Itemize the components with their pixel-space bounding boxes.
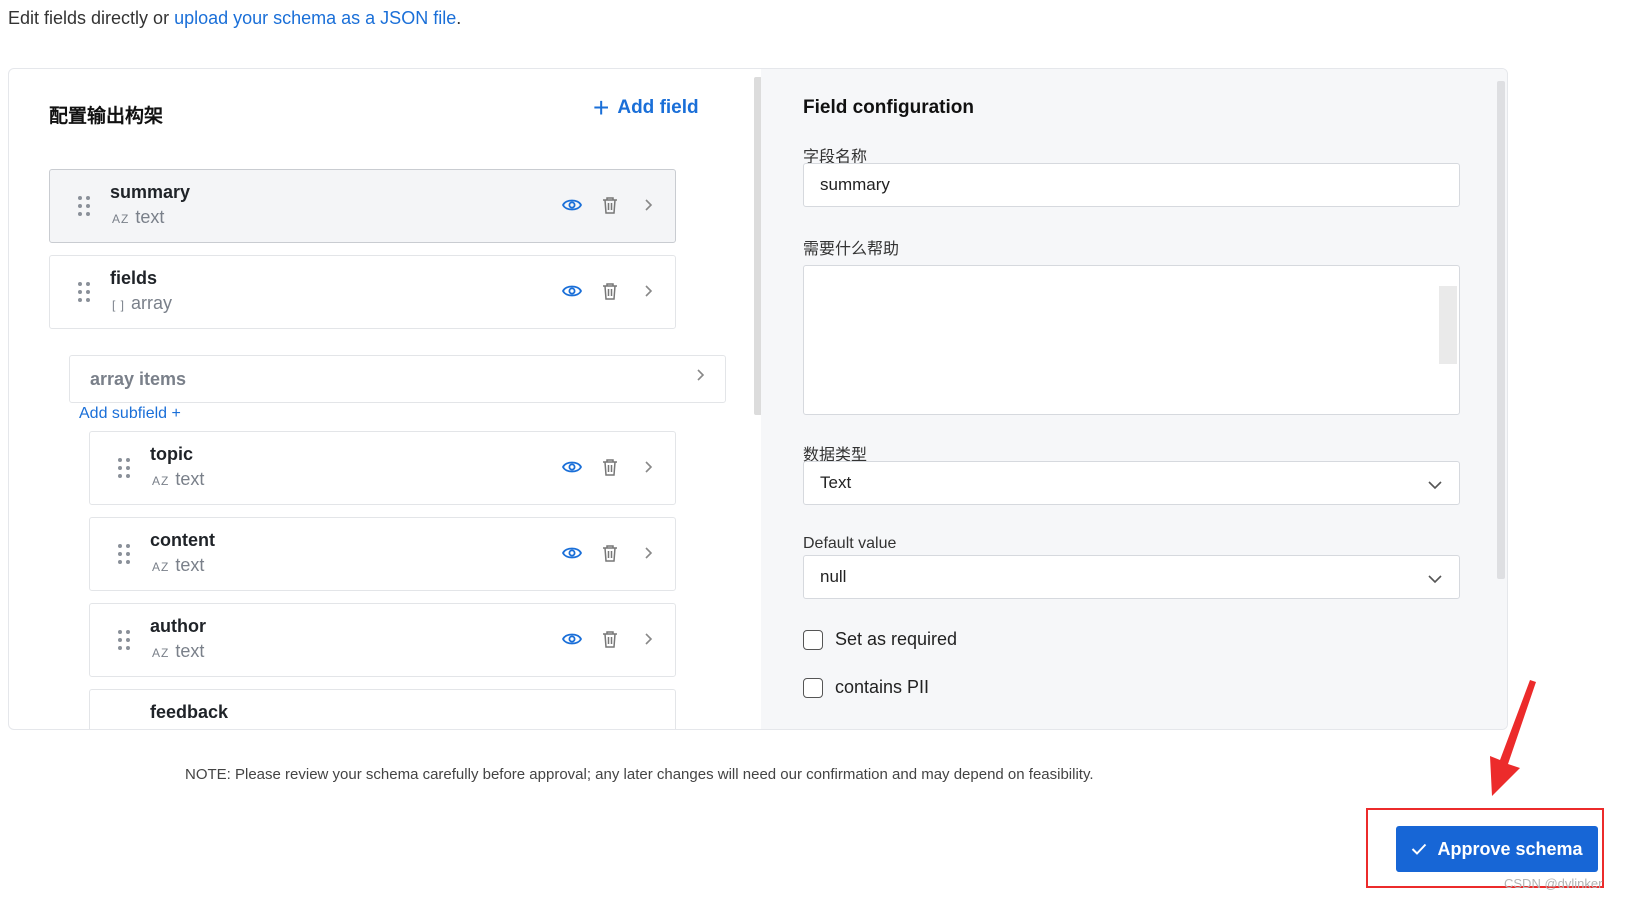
data-type-value: Text bbox=[820, 473, 852, 492]
chevron-right-icon[interactable] bbox=[637, 456, 659, 478]
contains-pii-checkbox[interactable]: contains PII bbox=[803, 677, 929, 698]
field-name: summary bbox=[110, 182, 191, 202]
trash-icon[interactable] bbox=[599, 628, 621, 650]
eye-icon[interactable] bbox=[561, 194, 583, 216]
trash-icon[interactable] bbox=[599, 194, 621, 216]
set-required-checkbox[interactable]: Set as required bbox=[803, 629, 957, 650]
textarea-scrollbar[interactable] bbox=[1439, 286, 1457, 364]
drag-handle-icon[interactable] bbox=[118, 630, 132, 650]
schema-editor-card: 配置输出构架 + Add field summary AZ text fields… bbox=[8, 68, 1508, 730]
left-scrollbar[interactable] bbox=[754, 77, 761, 415]
field-name: author bbox=[150, 616, 206, 636]
add-field-label: Add field bbox=[617, 97, 699, 118]
schema-fields-pane: 配置输出构架 + Add field summary AZ text fields… bbox=[9, 69, 761, 729]
approve-schema-label: Approve schema bbox=[1437, 838, 1583, 859]
array-items-row[interactable]: array items bbox=[69, 355, 726, 403]
field-row-summary[interactable]: summary AZ text bbox=[49, 169, 676, 243]
intro-text: Edit fields directly or upload your sche… bbox=[8, 8, 461, 29]
intro-suffix: . bbox=[456, 8, 462, 28]
right-scrollbar[interactable] bbox=[1497, 81, 1505, 579]
field-name-input[interactable]: summary bbox=[803, 163, 1460, 207]
trash-icon[interactable] bbox=[599, 456, 621, 478]
trash-icon[interactable] bbox=[599, 542, 621, 564]
subfield-row-topic[interactable]: topic AZ text bbox=[89, 431, 676, 505]
intro-prefix: Edit fields directly or bbox=[8, 8, 175, 28]
checkbox-box[interactable] bbox=[803, 677, 823, 698]
drag-handle-icon[interactable] bbox=[78, 282, 92, 302]
type-tag: AZ bbox=[112, 212, 130, 226]
type-tag: AZ bbox=[152, 646, 170, 660]
help-label: 需要什么帮助 bbox=[803, 241, 900, 258]
add-field-button[interactable]: + Add field bbox=[593, 92, 699, 123]
red-arrow-annotation bbox=[1490, 680, 1536, 796]
type-label: text bbox=[175, 555, 205, 575]
drag-handle-icon[interactable] bbox=[78, 196, 92, 216]
field-configuration-pane: Field configuration 字段名称 summary 需要什么帮助 … bbox=[761, 69, 1507, 729]
field-type: AZ text bbox=[152, 555, 204, 576]
type-label: array bbox=[131, 293, 173, 313]
type-label: text bbox=[175, 641, 205, 661]
chevron-right-icon[interactable] bbox=[637, 280, 659, 302]
approval-note: NOTE: Please review your schema carefull… bbox=[185, 766, 1094, 783]
array-items-label: array items bbox=[90, 369, 187, 389]
field-row-fields[interactable]: fields [ ] array bbox=[49, 255, 676, 329]
field-type: AZ text bbox=[112, 207, 164, 228]
eye-icon[interactable] bbox=[561, 456, 583, 478]
data-type-select[interactable]: Text bbox=[803, 461, 1460, 505]
type-tag: AZ bbox=[152, 560, 170, 574]
chevron-right-icon[interactable] bbox=[695, 368, 705, 387]
plus-icon: + bbox=[593, 92, 610, 123]
default-value-label: Default value bbox=[803, 535, 897, 552]
type-tag: AZ bbox=[152, 474, 170, 488]
help-textarea[interactable] bbox=[803, 265, 1460, 415]
chevron-right-icon[interactable] bbox=[637, 194, 659, 216]
field-configuration-title: Field configuration bbox=[803, 97, 974, 118]
subfield-row-content[interactable]: content AZ text bbox=[89, 517, 676, 591]
check-icon bbox=[1411, 839, 1427, 860]
contains-pii-label: contains PII bbox=[835, 677, 930, 697]
chevron-down-icon bbox=[1427, 476, 1443, 496]
trash-icon[interactable] bbox=[599, 280, 621, 302]
field-name: fields bbox=[110, 268, 158, 288]
field-name: feedback bbox=[150, 702, 229, 722]
default-value-value: null bbox=[820, 567, 847, 586]
subfield-row-author[interactable]: author AZ text bbox=[89, 603, 676, 677]
watermark: CSDN @dvlinker bbox=[1504, 876, 1603, 891]
field-name: topic bbox=[150, 444, 193, 464]
chevron-right-icon[interactable] bbox=[637, 628, 659, 650]
add-subfield-button[interactable]: Add subfield + bbox=[79, 405, 181, 423]
field-type: [ ] array bbox=[112, 293, 172, 314]
type-label: text bbox=[135, 207, 165, 227]
chevron-right-icon[interactable] bbox=[637, 542, 659, 564]
chevron-down-icon bbox=[1427, 570, 1443, 590]
field-type: AZ text bbox=[152, 469, 204, 490]
default-value-select[interactable]: null bbox=[803, 555, 1460, 599]
drag-handle-icon[interactable] bbox=[118, 544, 132, 564]
set-required-label: Set as required bbox=[835, 629, 958, 649]
eye-icon[interactable] bbox=[561, 542, 583, 564]
eye-icon[interactable] bbox=[561, 628, 583, 650]
type-label: text bbox=[175, 469, 205, 489]
field-type: AZ text bbox=[152, 641, 204, 662]
type-tag: [ ] bbox=[112, 298, 126, 312]
approve-schema-button[interactable]: Approve schema bbox=[1396, 826, 1598, 872]
subfield-row-feedback[interactable]: feedback bbox=[89, 689, 676, 729]
section-title: 配置输出构架 bbox=[49, 106, 164, 127]
upload-json-link[interactable]: upload your schema as a JSON file bbox=[174, 8, 456, 28]
checkbox-box[interactable] bbox=[803, 629, 823, 650]
eye-icon[interactable] bbox=[561, 280, 583, 302]
field-name: content bbox=[150, 530, 215, 550]
drag-handle-icon[interactable] bbox=[118, 458, 132, 478]
